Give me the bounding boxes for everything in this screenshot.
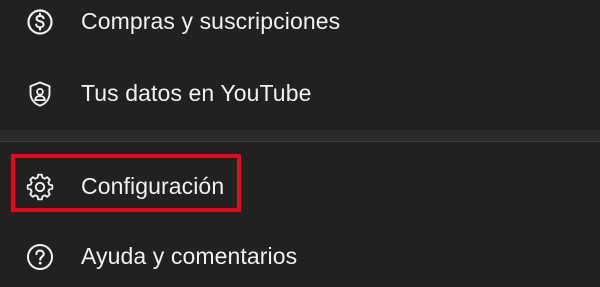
help-circle-icon <box>25 242 55 272</box>
menu-item-label: Ayuda y comentarios <box>81 242 298 269</box>
menu-item-your-data[interactable]: Tus datos en YouTube <box>0 64 600 124</box>
shield-person-icon <box>25 79 55 109</box>
menu-item-label: Configuración <box>81 172 225 199</box>
account-menu: Compras y suscripciones Tus datos en You… <box>0 0 600 283</box>
gear-icon <box>25 172 55 202</box>
menu-item-purchases-memberships[interactable]: Compras y suscripciones <box>0 0 600 52</box>
menu-item-settings[interactable]: Configuración <box>0 157 600 217</box>
divider <box>0 141 600 142</box>
menu-item-label: Tus datos en YouTube <box>81 79 312 106</box>
menu-item-help-feedback[interactable]: Ayuda y comentarios <box>0 227 600 287</box>
menu-item-label: Compras y suscripciones <box>81 7 341 34</box>
dollar-circle-icon <box>25 7 55 37</box>
